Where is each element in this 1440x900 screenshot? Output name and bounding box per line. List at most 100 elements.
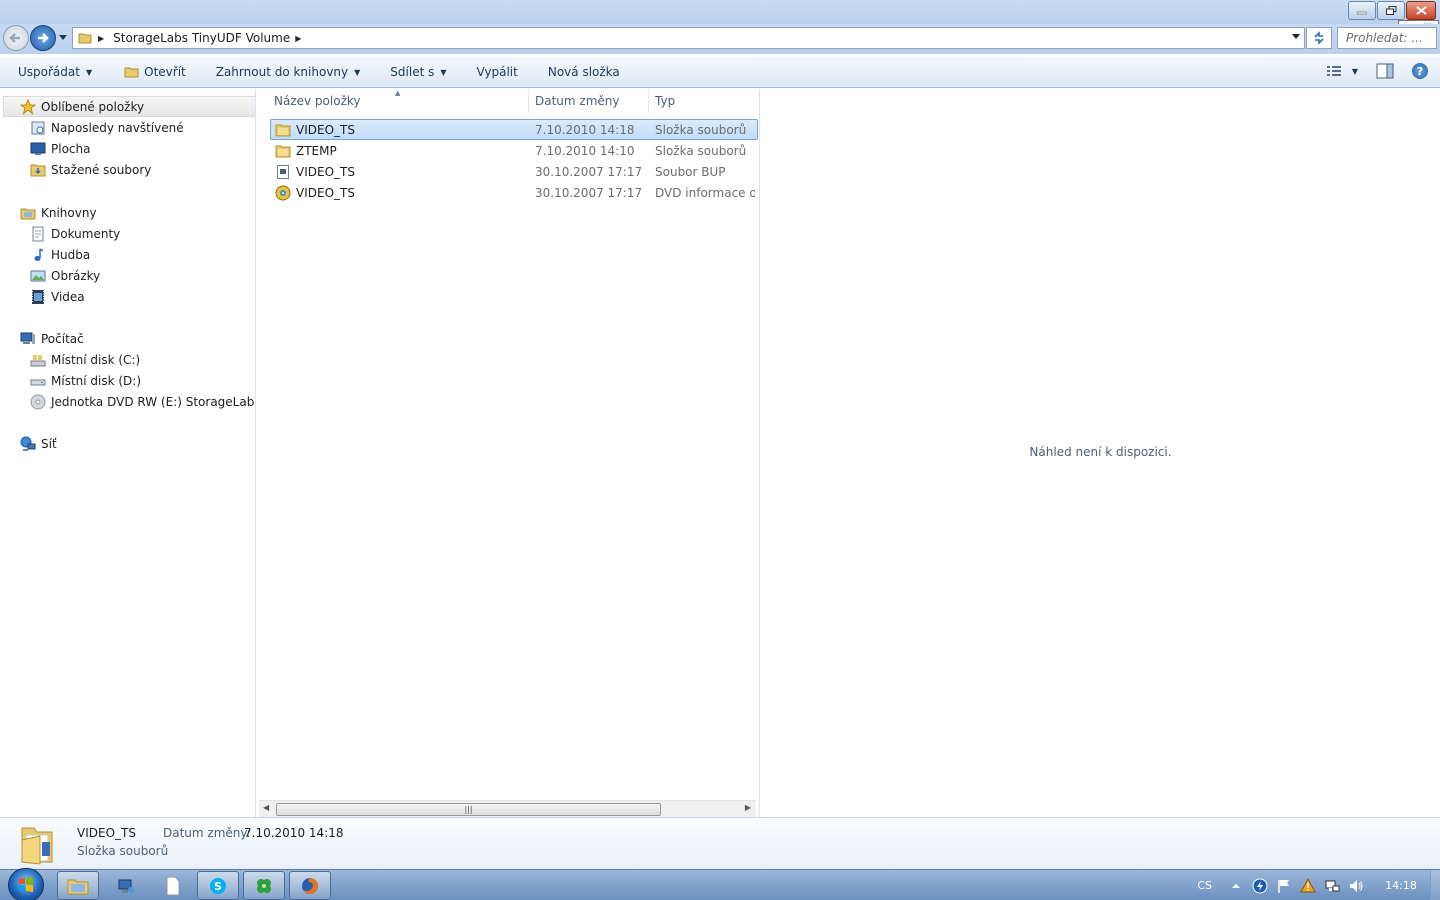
help-icon[interactable]: ? bbox=[1412, 63, 1428, 79]
details-date-label: Datum změny: bbox=[163, 826, 251, 840]
address-bar[interactable]: ▶ StorageLabs TinyUDF Volume ▶ bbox=[72, 27, 1305, 49]
nav-pictures[interactable]: Obrázky bbox=[0, 265, 255, 286]
start-button[interactable] bbox=[8, 868, 44, 900]
sort-ascending-icon: ▲ bbox=[395, 89, 401, 97]
nav-network-label: Síť bbox=[41, 436, 57, 451]
file-name: ZTEMP bbox=[296, 143, 337, 158]
nav-recent-places[interactable]: Naposledy navštívené bbox=[0, 117, 255, 138]
show-hidden-icons-icon[interactable] bbox=[1228, 878, 1244, 894]
nav-network[interactable]: Síť bbox=[0, 433, 255, 454]
nav-videos[interactable]: Videa bbox=[0, 286, 255, 307]
firefox-icon bbox=[302, 877, 318, 894]
breadcrumb-separator-icon[interactable]: ▶ bbox=[98, 34, 104, 43]
nav-recent-places-label: Naposledy navštívené bbox=[51, 120, 184, 135]
nav-videos-label: Videa bbox=[51, 289, 85, 304]
file-name-cell: VIDEO_TS bbox=[271, 122, 530, 138]
minimize-button[interactable] bbox=[1348, 1, 1376, 20]
file-row[interactable]: VIDEO_TS 30.10.2007 17:17 DVD informace … bbox=[270, 182, 758, 203]
breadcrumb-chevron-icon[interactable]: ▶ bbox=[295, 34, 301, 43]
file-date: 30.10.2007 17:17 bbox=[535, 164, 643, 179]
nav-libraries[interactable]: Knihovny bbox=[0, 202, 255, 223]
folder-icon bbox=[275, 124, 291, 136]
restore-button[interactable] bbox=[1377, 1, 1405, 20]
organize-button[interactable]: Uspořádat ▼ bbox=[0, 57, 102, 87]
scroll-right-icon[interactable]: ▶ bbox=[745, 803, 751, 812]
column-header-date[interactable]: Datum změny bbox=[529, 89, 649, 113]
nav-downloads[interactable]: Stažené soubory bbox=[0, 159, 255, 180]
nav-documents[interactable]: Dokumenty bbox=[0, 223, 255, 244]
chevron-down-icon: ▼ bbox=[354, 67, 361, 77]
forward-button[interactable] bbox=[30, 25, 56, 51]
star-icon bbox=[20, 98, 36, 115]
nav-downloads-label: Stažené soubory bbox=[51, 162, 152, 177]
chevron-down-icon: ▼ bbox=[440, 67, 447, 77]
libraries-group: Knihovny Dokumenty Hudba Obrázky Videa bbox=[0, 202, 255, 307]
back-button[interactable] bbox=[3, 25, 29, 51]
nav-dvd-drive[interactable]: Jednotka DVD RW (E:) StorageLabs TinyUDF… bbox=[0, 391, 255, 412]
organize-label: Uspořádat bbox=[18, 65, 80, 79]
videos-icon bbox=[32, 289, 44, 304]
change-view-button[interactable]: ▼ bbox=[1326, 64, 1358, 78]
open-button[interactable]: Otevřít bbox=[102, 57, 196, 87]
chevron-down-icon: ▼ bbox=[1351, 66, 1358, 76]
nav-favorites[interactable]: Oblíbené položky bbox=[3, 96, 255, 117]
scrollbar-thumb[interactable]: ||| bbox=[276, 803, 661, 816]
action-center-flag-icon[interactable] bbox=[1276, 878, 1292, 894]
burn-button[interactable]: Vypálit bbox=[457, 57, 528, 87]
taskbar-skype-button[interactable]: S bbox=[197, 871, 239, 900]
refresh-button[interactable] bbox=[1306, 27, 1332, 49]
scroll-left-icon[interactable]: ◀ bbox=[263, 803, 269, 812]
file-name: VIDEO_TS bbox=[296, 164, 355, 179]
file-row[interactable]: VIDEO_TS 7.10.2010 14:18 Složka souborů bbox=[270, 119, 758, 140]
update-icon[interactable] bbox=[1252, 878, 1268, 894]
preview-pane-toggle-icon[interactable] bbox=[1376, 63, 1394, 79]
close-icon bbox=[1415, 6, 1427, 15]
horizontal-scrollbar[interactable]: ◀ ||| ▶ bbox=[259, 800, 756, 817]
taskbar-document-button[interactable] bbox=[152, 871, 194, 900]
file-row[interactable]: ZTEMP 7.10.2010 14:10 Složka souborů bbox=[270, 140, 758, 161]
security-warning-icon[interactable] bbox=[1300, 877, 1316, 894]
explorer-icon bbox=[67, 879, 89, 894]
burn-label: Vypálit bbox=[476, 65, 518, 79]
taskbar-network-app-button[interactable] bbox=[105, 871, 147, 900]
taskbar-app-button[interactable] bbox=[243, 871, 285, 900]
recent-pages-chevron-icon[interactable] bbox=[59, 35, 67, 40]
column-header-type[interactable]: Typ bbox=[649, 89, 758, 113]
volume-icon[interactable] bbox=[1348, 878, 1364, 894]
nav-music[interactable]: Hudba bbox=[0, 244, 255, 265]
file-name: VIDEO_TS bbox=[296, 185, 355, 200]
close-button[interactable] bbox=[1406, 1, 1436, 20]
file-type: Složka souborů bbox=[655, 143, 747, 158]
nav-desktop[interactable]: Plocha bbox=[0, 138, 255, 159]
nav-computer[interactable]: Počítač bbox=[0, 328, 255, 349]
new-folder-button[interactable]: Nová složka bbox=[528, 57, 630, 87]
computer-group: Počítač Místní disk (C:) Místní disk (D:… bbox=[0, 328, 255, 412]
nav-drive-d[interactable]: Místní disk (D:) bbox=[0, 370, 255, 391]
nav-pictures-label: Obrázky bbox=[51, 268, 101, 283]
documents-icon bbox=[32, 226, 44, 241]
file-type: Soubor BUP bbox=[655, 164, 726, 179]
taskbar-firefox-button[interactable] bbox=[289, 871, 331, 900]
favorites-group: Oblíbené položky Naposledy navštívené Pl… bbox=[0, 96, 255, 180]
column-type-label: Typ bbox=[655, 94, 676, 108]
column-name-label: Název položky bbox=[274, 94, 361, 108]
breadcrumb-current[interactable]: StorageLabs TinyUDF Volume bbox=[113, 31, 290, 45]
open-label: Otevřít bbox=[144, 65, 186, 79]
language-indicator[interactable]: CS bbox=[1197, 879, 1212, 892]
libraries-icon bbox=[20, 208, 36, 219]
network-group: Síť bbox=[0, 433, 255, 454]
back-arrow-icon bbox=[9, 33, 20, 43]
taskbar-explorer-button[interactable] bbox=[57, 871, 99, 900]
include-library-button[interactable]: Zahrnout do knihovny ▼ bbox=[196, 57, 371, 87]
column-header-name[interactable]: Název položky bbox=[257, 89, 529, 113]
nav-drive-c[interactable]: Místní disk (C:) bbox=[0, 349, 255, 370]
network-icon bbox=[20, 436, 36, 451]
search-input[interactable]: Prohledat: ... bbox=[1337, 27, 1437, 49]
share-button[interactable]: Sdílet s ▼ bbox=[370, 57, 456, 87]
network-status-icon[interactable] bbox=[1324, 878, 1340, 894]
file-row[interactable]: VIDEO_TS 30.10.2007 17:17 Soubor BUP bbox=[270, 161, 758, 182]
clock[interactable]: 14:18 bbox=[1372, 879, 1430, 892]
svg-text:S: S bbox=[214, 880, 222, 893]
show-desktop-button[interactable] bbox=[1430, 870, 1440, 900]
address-dropdown-icon[interactable] bbox=[1292, 34, 1300, 39]
